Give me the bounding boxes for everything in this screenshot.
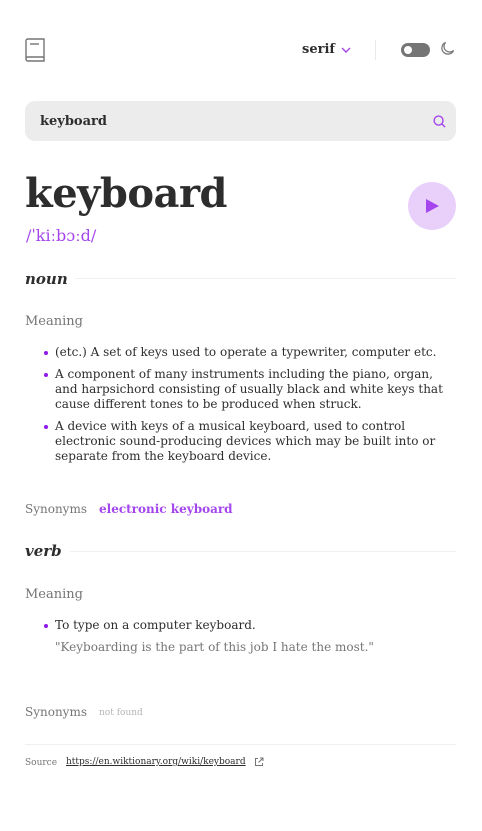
synonym-link[interactable]: electronic keyboard <box>99 502 233 516</box>
footer-divider <box>25 744 456 745</box>
meaning-heading: Meaning <box>25 314 83 329</box>
theme-toggle[interactable] <box>401 43 430 57</box>
chevron-down-icon <box>341 47 351 53</box>
play-icon <box>426 199 439 213</box>
play-button[interactable] <box>408 182 456 230</box>
definition-item: To type on a computer keyboard. "Keyboar… <box>44 618 454 655</box>
word-title: keyboard <box>25 170 228 217</box>
search-bar <box>25 101 456 141</box>
definition-item: (etc.) A set of keys used to operate a t… <box>44 345 454 360</box>
synonyms-not-found: not found <box>99 708 143 718</box>
search-icon[interactable] <box>433 115 446 128</box>
source-link[interactable]: https://en.wiktionary.org/wiki/keyboard <box>66 757 264 767</box>
definition-text: To type on a computer keyboard. <box>55 618 256 632</box>
search-input[interactable] <box>40 113 410 129</box>
synonyms-label: Synonyms <box>25 502 87 516</box>
phonetic: /ˈkiːbɔːd/ <box>26 226 97 245</box>
font-select-label: serif <box>302 42 335 57</box>
theme-toggle-knob <box>404 46 412 54</box>
definition-item: A component of many instruments includin… <box>44 367 454 412</box>
header: serif <box>25 38 457 64</box>
source-label: Source <box>25 758 58 768</box>
section-divider <box>70 551 456 552</box>
source-url: https://en.wiktionary.org/wiki/keyboard <box>66 757 246 767</box>
section-divider <box>75 278 456 279</box>
definition-list: (etc.) A set of keys used to operate a t… <box>44 345 454 471</box>
moon-icon <box>441 41 455 55</box>
book-icon[interactable] <box>25 38 47 62</box>
definition-list: To type on a computer keyboard. "Keyboar… <box>44 618 454 662</box>
part-of-speech-verb: verb <box>25 542 62 560</box>
header-divider <box>375 40 376 60</box>
part-of-speech-noun: noun <box>25 270 68 288</box>
external-link-icon <box>254 757 264 766</box>
meaning-heading: Meaning <box>25 587 83 602</box>
synonyms-label: Synonyms <box>25 705 87 719</box>
font-select[interactable]: serif <box>302 42 351 57</box>
definition-item: A device with keys of a musical keyboard… <box>44 419 454 464</box>
definition-example: "Keyboarding is the part of this job I h… <box>55 640 374 654</box>
